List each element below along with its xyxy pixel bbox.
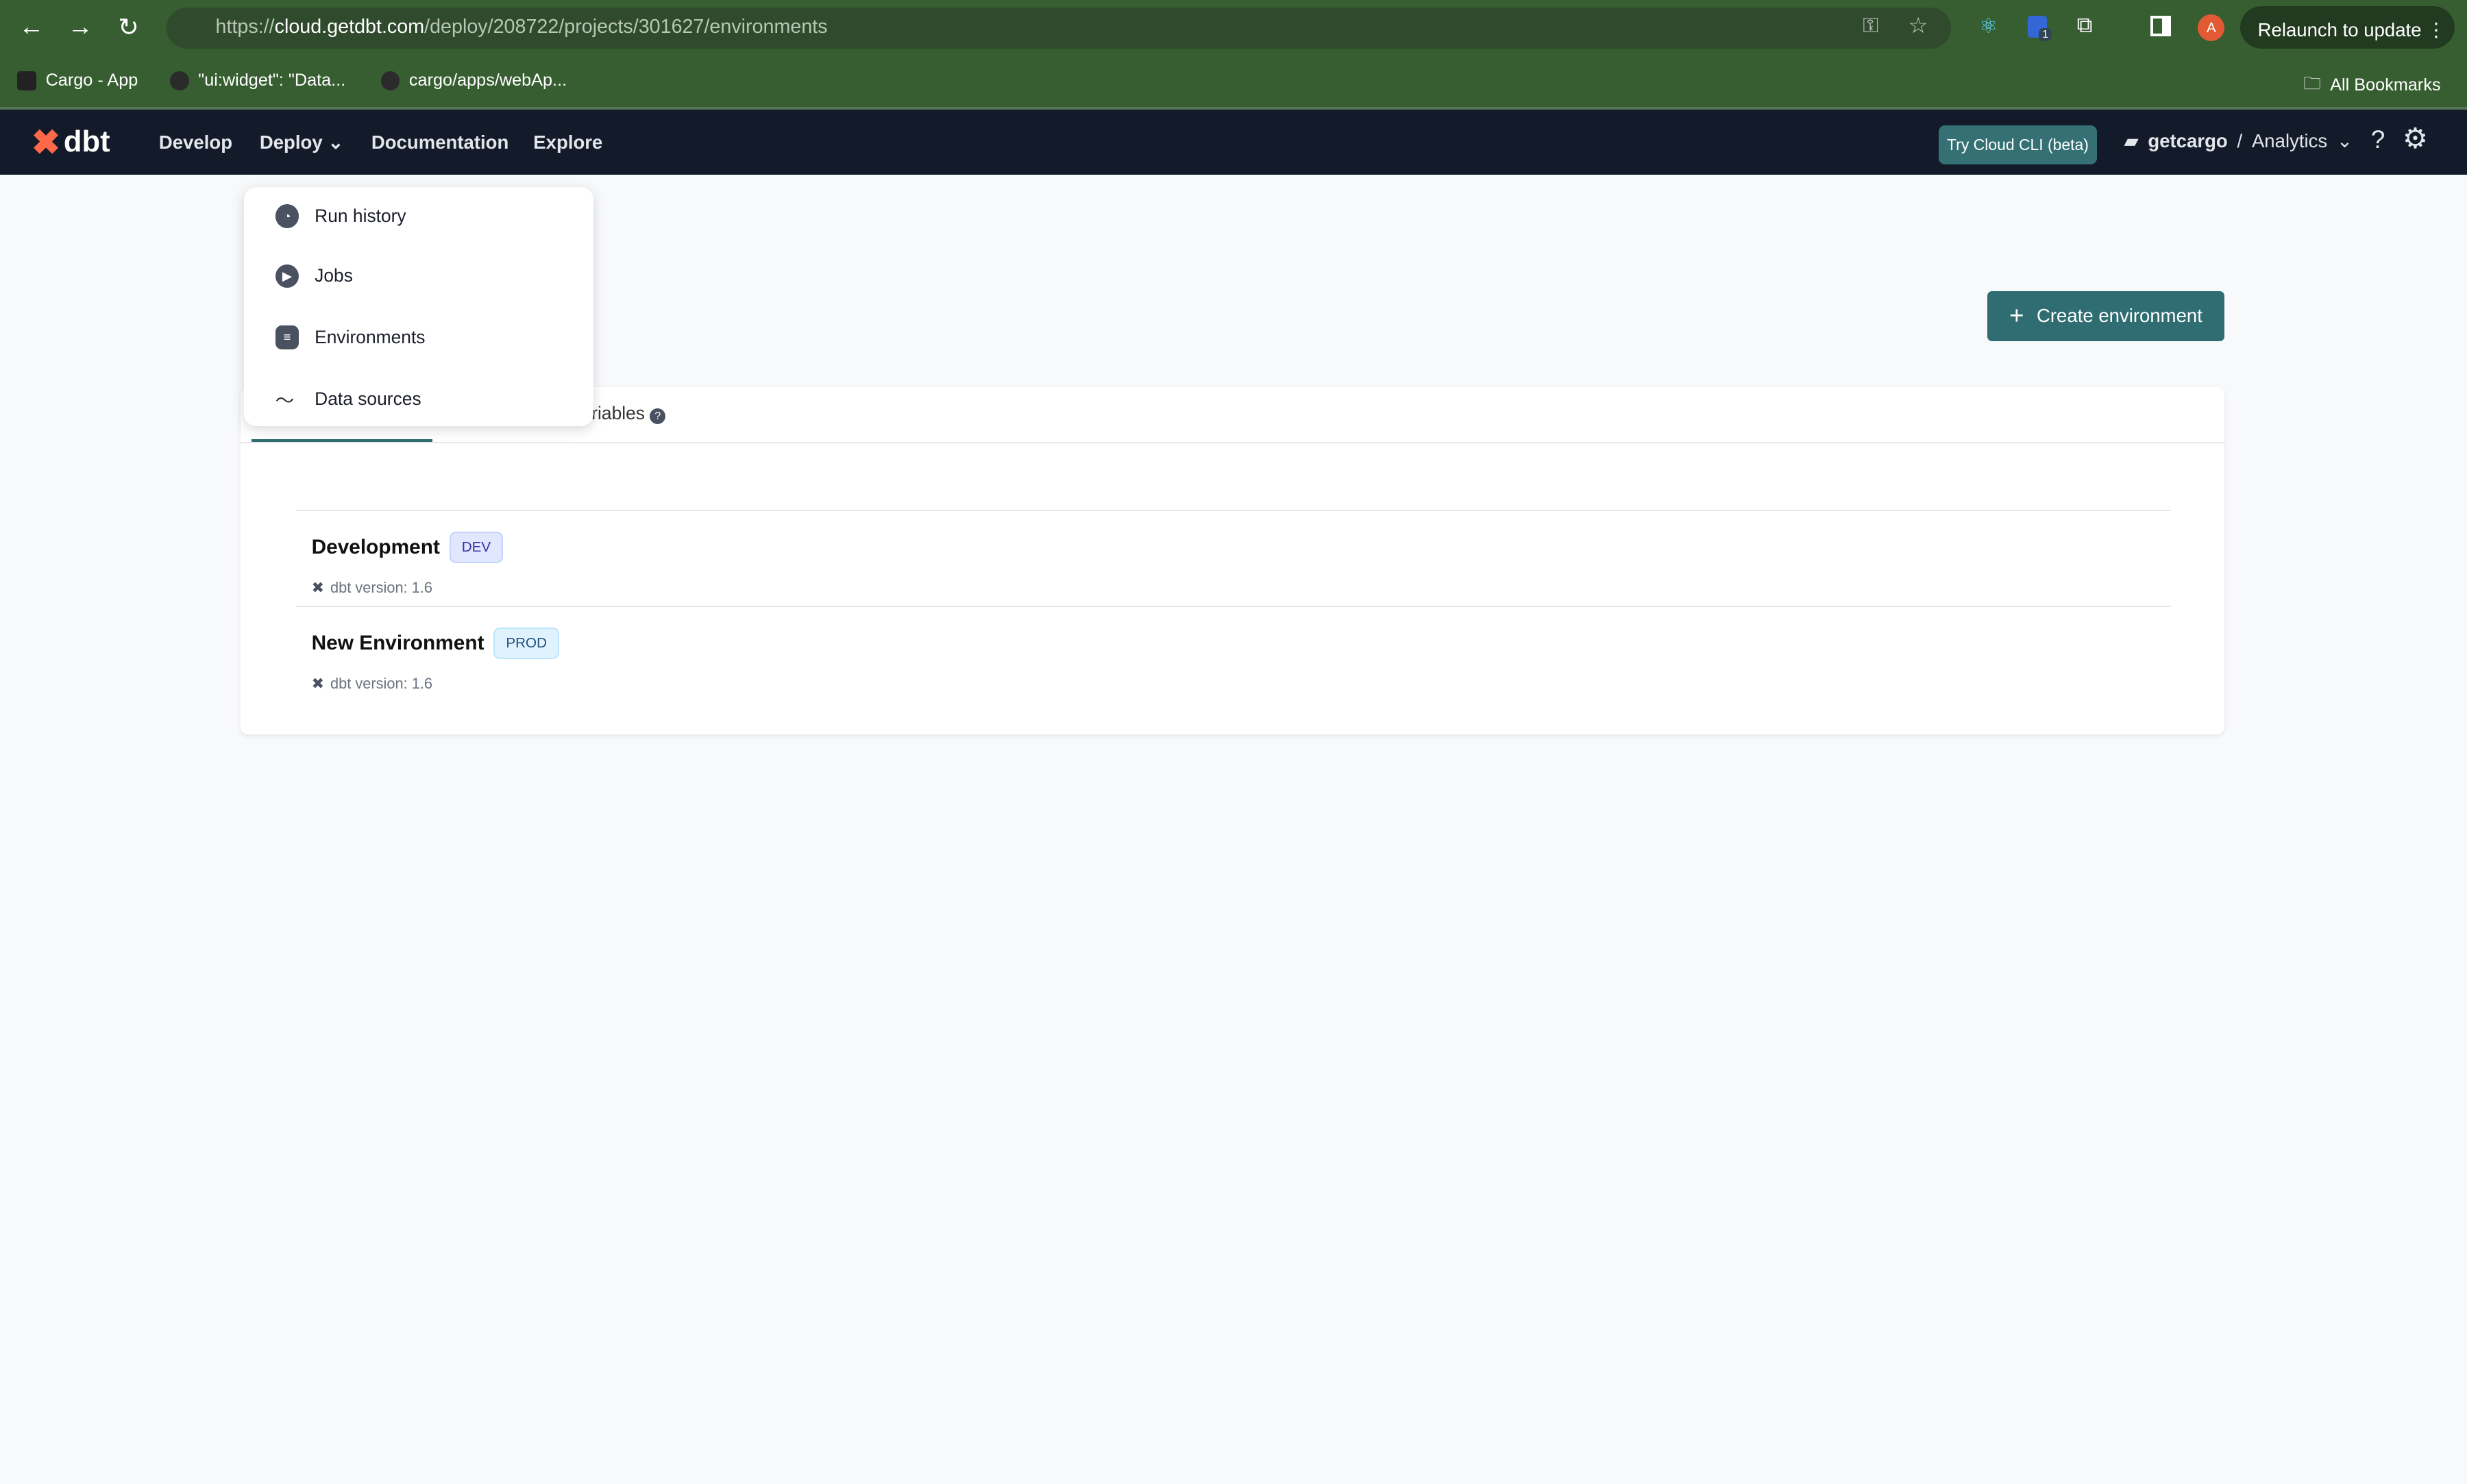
all-bookmarks[interactable]: 🗀 All Bookmarks: [2303, 71, 2440, 100]
side-panel-icon[interactable]: [2150, 15, 2172, 36]
nav-develop[interactable]: Develop: [159, 132, 232, 153]
menu-item-run-history[interactable]: ◔ Run history: [275, 204, 406, 228]
bookmark-cargo-apps[interactable]: cargo/apps/webAp...: [380, 71, 567, 90]
environments-card: riables ? Development DEV ✖ dbt version: 1…: [241, 386, 2225, 735]
puzzle-icon[interactable]: ⧉: [2077, 12, 2093, 38]
nav-documentation[interactable]: Documentation: [371, 132, 508, 153]
environment-row[interactable]: Development DEV ✖ dbt version: 1.6: [312, 532, 504, 597]
back-icon[interactable]: ←: [19, 12, 45, 41]
prod-badge: PROD: [493, 628, 560, 660]
reload-icon[interactable]: ↻: [118, 12, 139, 42]
dbt-logo-icon: ✖: [31, 123, 61, 162]
nav-deploy[interactable]: Deploy ⌄: [260, 132, 344, 153]
tab-environment-variables[interactable]: riables ?: [591, 403, 666, 424]
menu-item-jobs[interactable]: ▶ Jobs: [275, 264, 353, 288]
react-extension-icon[interactable]: ⚛: [1979, 14, 1998, 38]
project-switcher[interactable]: ▰ getcargo / Analytics ⌄: [2124, 130, 2353, 152]
clock-icon: ◔: [275, 204, 299, 228]
environment-name[interactable]: Development: [312, 536, 440, 559]
help-icon[interactable]: ?: [2371, 125, 2385, 154]
bookmark-widget[interactable]: "ui:widget": "Data...: [169, 71, 345, 90]
key-icon[interactable]: ⚿: [1863, 14, 1878, 38]
activity-icon: 〜: [275, 390, 295, 412]
environment-row[interactable]: New Environment PROD ✖ dbt version: 1.6: [312, 628, 560, 693]
extension-badge: 1: [2039, 28, 2052, 42]
profile-avatar[interactable]: A: [2198, 14, 2225, 41]
top-nav: ✖ dbt Develop Deploy ⌄ Documentation Exp…: [0, 107, 2467, 175]
help-icon: ?: [650, 408, 666, 424]
dbt-logo[interactable]: ✖ dbt: [32, 122, 110, 162]
try-cloud-cli-button[interactable]: Try Cloud CLI (beta): [1938, 125, 2098, 165]
create-environment-button[interactable]: + Create environment: [1987, 290, 2225, 342]
play-icon: ▶: [275, 264, 299, 288]
deploy-dropdown-menu: ◔ Run history ▶ Jobs ≡ Environments 〜 Data s…: [243, 187, 593, 427]
database-icon: ≡: [275, 325, 299, 349]
forward-icon[interactable]: →: [68, 12, 93, 41]
dbt-icon: ✖: [311, 579, 324, 597]
folder-icon: ▰: [2124, 129, 2139, 151]
nav-explore[interactable]: Explore: [533, 132, 602, 153]
url-text[interactable]: https://cloud.getdbt.com/deploy/208722/p…: [216, 16, 828, 38]
environment-name[interactable]: New Environment: [312, 632, 484, 655]
bookmark-cargo[interactable]: Cargo - App: [17, 71, 138, 90]
chevron-down-icon: ⌄: [328, 132, 344, 153]
dev-badge: DEV: [449, 532, 504, 564]
plus-icon: +: [2009, 301, 2024, 330]
github-icon: [380, 71, 400, 90]
gear-icon[interactable]: ⚙: [2403, 122, 2428, 155]
chevron-down-icon: ⌄: [2336, 129, 2353, 151]
dbt-icon: ✖: [311, 675, 324, 693]
browser-chrome: ← → ↻ https://cloud.getdbt.com/deploy/20…: [0, 0, 2467, 108]
relaunch-button[interactable]: Relaunch to update ⋮: [2240, 6, 2455, 49]
star-icon[interactable]: ☆: [1908, 12, 1928, 38]
menu-item-environments[interactable]: ≡ Environments: [275, 325, 426, 349]
folder-icon: 🗀: [2303, 74, 2321, 94]
menu-item-data-sources[interactable]: 〜 Data sources: [275, 385, 421, 412]
github-icon: [169, 71, 189, 90]
